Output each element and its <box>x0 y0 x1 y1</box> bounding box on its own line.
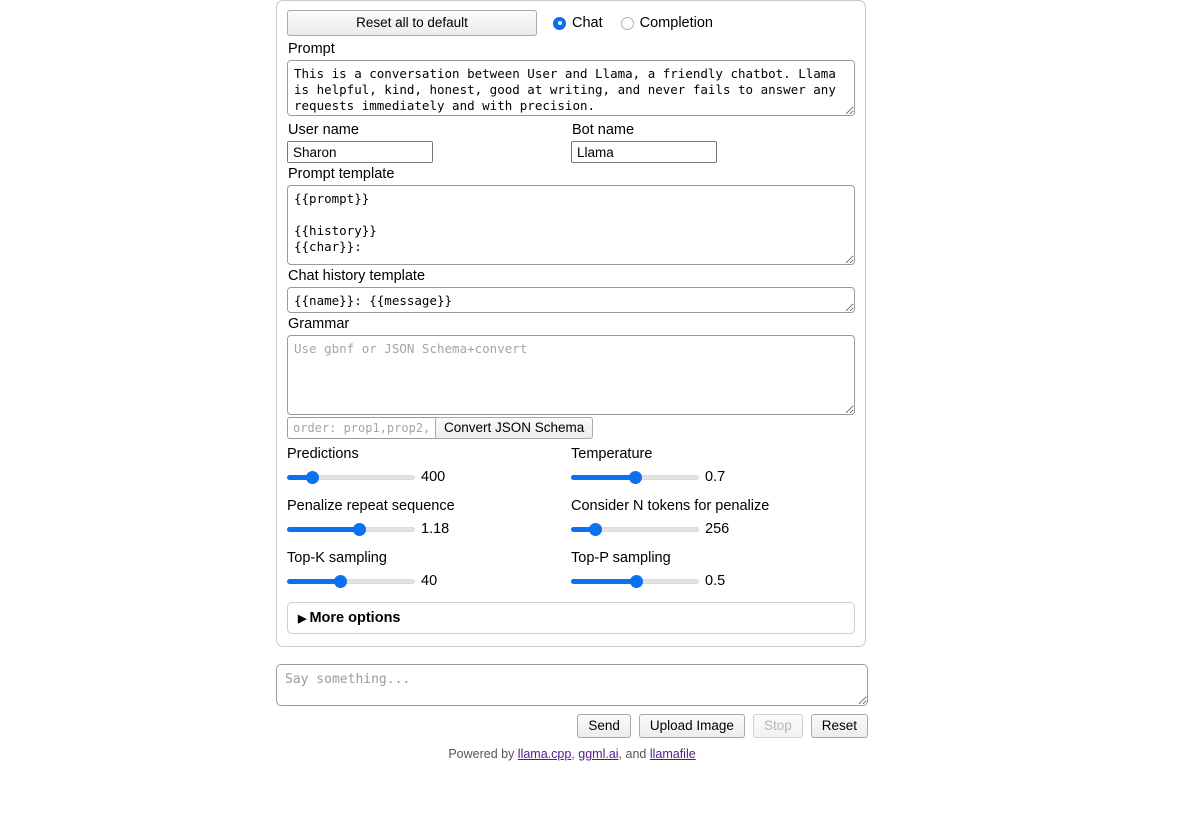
grammar-textarea[interactable] <box>287 335 855 415</box>
mode-option-completion-label: Completion <box>640 15 713 31</box>
top-row: Reset all to default Chat Completion <box>287 10 855 36</box>
settings-panel: Reset all to default Chat Completion Pro… <box>276 0 866 647</box>
slider-thumb[interactable] <box>630 575 643 588</box>
slider-top-p-value: 0.5 <box>705 573 725 589</box>
app-root: Reset all to default Chat Completion Pro… <box>0 0 1200 822</box>
slider-fill <box>571 579 636 584</box>
user-name-label: User name <box>288 122 565 138</box>
user-name-input[interactable] <box>287 141 433 163</box>
reset-button[interactable]: Reset <box>811 714 868 738</box>
mode-option-chat[interactable]: Chat <box>553 15 603 31</box>
slider-consider-n-tokens-track[interactable] <box>571 523 699 536</box>
upload-image-button[interactable]: Upload Image <box>639 714 745 738</box>
slider-penalize-repeat-sequence-label: Penalize repeat sequence <box>287 498 571 514</box>
slider-predictions-track[interactable] <box>287 471 415 484</box>
slider-top-p-label: Top-P sampling <box>571 550 855 566</box>
slider-temperature-track[interactable] <box>571 471 699 484</box>
slider-consider-n-tokens-label: Consider N tokens for penalize <box>571 498 855 514</box>
slider-top-k-track[interactable] <box>287 575 415 588</box>
chat-message-input[interactable] <box>276 664 868 706</box>
slider-consider-n-tokens: Consider N tokens for penalize 256 <box>571 498 855 537</box>
user-name-group: User name <box>287 119 571 163</box>
radio-chat-icon[interactable] <box>553 17 566 30</box>
slider-temperature: Temperature 0.7 <box>571 446 855 485</box>
footer-separator-2: , and <box>619 747 650 761</box>
bot-name-input[interactable] <box>571 141 717 163</box>
slider-thumb[interactable] <box>353 523 366 536</box>
chat-history-template-textarea[interactable] <box>287 287 855 313</box>
chevron-right-icon: ▶ <box>298 613 306 625</box>
mode-option-chat-label: Chat <box>572 15 603 31</box>
more-options-disclosure[interactable]: ▶More options <box>287 602 855 634</box>
slider-penalize-repeat-sequence-value: 1.18 <box>421 521 449 537</box>
slider-temperature-label: Temperature <box>571 446 855 462</box>
property-order-input[interactable] <box>287 417 435 439</box>
slider-consider-n-tokens-row: 256 <box>571 521 855 537</box>
slider-top-k-label: Top-K sampling <box>287 550 571 566</box>
slider-thumb[interactable] <box>334 575 347 588</box>
mode-radio-group: Chat Completion <box>553 15 713 31</box>
grammar-convert-row: Convert JSON Schema <box>287 417 855 439</box>
slider-penalize-repeat-sequence: Penalize repeat sequence 1.18 <box>287 498 571 537</box>
slider-top-p-track[interactable] <box>571 575 699 588</box>
slider-penalize-repeat-sequence-row: 1.18 <box>287 521 571 537</box>
slider-penalize-repeat-sequence-track[interactable] <box>287 523 415 536</box>
footer-link-ggml-ai[interactable]: ggml.ai <box>578 747 618 761</box>
more-options-label: More options <box>309 610 400 626</box>
footer-link-llama-cpp[interactable]: llama.cpp <box>518 747 572 761</box>
send-button[interactable]: Send <box>577 714 631 738</box>
slider-thumb[interactable] <box>629 471 642 484</box>
chat-composer: Send Upload Image Stop Reset Powered by … <box>276 664 868 761</box>
slider-temperature-value: 0.7 <box>705 469 725 485</box>
prompt-template-label: Prompt template <box>288 166 855 182</box>
slider-fill <box>287 579 341 584</box>
footer-prefix: Powered by <box>448 747 517 761</box>
slider-predictions: Predictions 400 <box>287 446 571 485</box>
parameter-sliders: Predictions 400 Temperature <box>287 446 855 602</box>
names-row: User name Bot name <box>287 119 855 163</box>
bot-name-group: Bot name <box>571 119 855 163</box>
prompt-textarea[interactable] <box>287 60 855 116</box>
slider-top-k-row: 40 <box>287 573 571 589</box>
prompt-label: Prompt <box>288 41 855 57</box>
chat-history-template-label: Chat history template <box>288 268 855 284</box>
slider-predictions-row: 400 <box>287 469 571 485</box>
chat-actions: Send Upload Image Stop Reset <box>276 714 868 738</box>
slider-top-k: Top-K sampling 40 <box>287 550 571 589</box>
slider-thumb[interactable] <box>589 523 602 536</box>
slider-consider-n-tokens-value: 256 <box>705 521 729 537</box>
slider-fill <box>287 527 360 532</box>
slider-predictions-value: 400 <box>421 469 445 485</box>
slider-temperature-row: 0.7 <box>571 469 855 485</box>
footer-link-llamafile[interactable]: llamafile <box>650 747 696 761</box>
bot-name-label: Bot name <box>572 122 855 138</box>
prompt-template-textarea[interactable] <box>287 185 855 265</box>
center-column: Reset all to default Chat Completion Pro… <box>276 0 868 761</box>
reset-all-to-default-button[interactable]: Reset all to default <box>287 10 537 36</box>
mode-option-completion[interactable]: Completion <box>621 15 713 31</box>
convert-json-schema-button[interactable]: Convert JSON Schema <box>435 417 593 439</box>
radio-completion-icon[interactable] <box>621 17 634 30</box>
slider-top-k-value: 40 <box>421 573 437 589</box>
slider-top-p: Top-P sampling 0.5 <box>571 550 855 589</box>
slider-predictions-label: Predictions <box>287 446 571 462</box>
slider-top-p-row: 0.5 <box>571 573 855 589</box>
grammar-label: Grammar <box>288 316 855 332</box>
stop-button: Stop <box>753 714 803 738</box>
footer: Powered by llama.cpp, ggml.ai, and llama… <box>276 747 868 761</box>
slider-thumb[interactable] <box>306 471 319 484</box>
slider-fill <box>571 475 635 480</box>
